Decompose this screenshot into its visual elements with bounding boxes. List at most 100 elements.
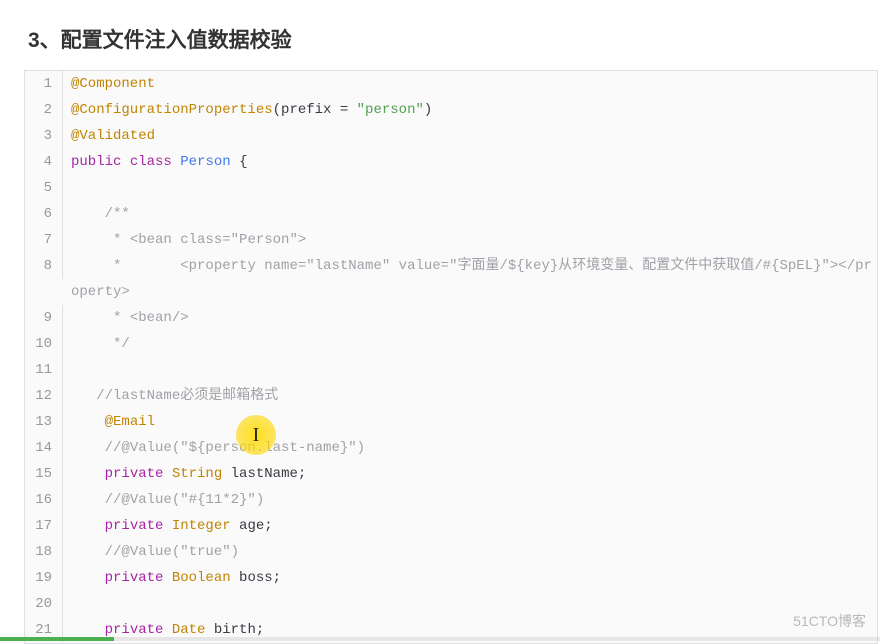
code-token	[71, 440, 105, 456]
code-token: /**	[105, 206, 130, 222]
code-token	[163, 570, 171, 586]
code-token	[71, 570, 105, 586]
code-token	[71, 466, 105, 482]
code-token: //@Value("${person.last-name}")	[105, 440, 365, 456]
code-token	[222, 466, 230, 482]
code-content: * <bean/>	[63, 305, 877, 331]
code-line: 17 private Integer age;	[25, 513, 877, 539]
watermark-text: 51CTO博客	[793, 611, 866, 631]
code-line: 3@Validated	[25, 123, 877, 149]
code-line: 18 //@Value("true")	[25, 539, 877, 565]
code-token	[231, 154, 239, 170]
code-token: String	[172, 466, 222, 482]
line-number: 3	[25, 123, 63, 149]
code-content: private Integer age;	[63, 513, 877, 539]
code-token: @Email	[105, 414, 155, 430]
code-token	[163, 622, 171, 638]
code-line: 12 //lastName必须是邮箱格式	[25, 383, 877, 409]
code-token	[163, 466, 171, 482]
code-line: 16 //@Value("#{11*2}")	[25, 487, 877, 513]
code-line: 2@ConfigurationProperties(prefix = "pers…	[25, 97, 877, 123]
line-number: 18	[25, 539, 63, 565]
code-token: )	[424, 102, 432, 118]
code-token: ;	[264, 518, 272, 534]
line-number: 17	[25, 513, 63, 539]
line-number: 19	[25, 565, 63, 591]
line-number: 20	[25, 591, 63, 617]
code-content: //@Value("${person.last-name}")	[63, 435, 877, 461]
line-number: 13	[25, 409, 63, 435]
code-content: public class Person {	[63, 149, 877, 175]
code-token: birth	[214, 622, 256, 638]
code-content: */	[63, 331, 877, 357]
code-token: ;	[256, 622, 264, 638]
code-token: age	[239, 518, 264, 534]
code-token	[121, 154, 129, 170]
line-number: 9	[25, 305, 63, 331]
code-token	[71, 388, 96, 404]
code-token: boss	[239, 570, 273, 586]
line-number: 14	[25, 435, 63, 461]
code-token: Integer	[172, 518, 231, 534]
code-block: 1 @Component 2@ConfigurationProperties(pre…	[24, 70, 878, 644]
code-token	[71, 232, 113, 248]
code-token: @ConfigurationProperties	[71, 102, 273, 118]
progress-track[interactable]	[0, 637, 880, 641]
code-content: * <bean class="Person">	[63, 227, 877, 253]
code-content: private Boolean boss;	[63, 565, 877, 591]
code-line: 19 private Boolean boss;	[25, 565, 877, 591]
code-token: * <property name="lastName" value="字面量/$…	[71, 258, 872, 300]
code-content: //lastName必须是邮箱格式	[63, 383, 877, 409]
code-line: 8 * <property name="lastName" value="字面量…	[25, 253, 877, 305]
line-number: 16	[25, 487, 63, 513]
code-token: //@Value("#{11*2}")	[105, 492, 265, 508]
line-number: 15	[25, 461, 63, 487]
line-number: 8	[25, 253, 63, 279]
code-token	[172, 154, 180, 170]
code-token: //@Value("true")	[105, 544, 239, 560]
code-content: //@Value("#{11*2}")	[63, 487, 877, 513]
code-token: * <bean class="Person">	[113, 232, 306, 248]
code-token	[71, 336, 113, 352]
code-line: 15 private String lastName;	[25, 461, 877, 487]
code-token	[71, 310, 113, 326]
code-line: 4public class Person {	[25, 149, 877, 175]
code-content: private String lastName;	[63, 461, 877, 487]
code-token: * <bean/>	[113, 310, 189, 326]
code-content: * <property name="lastName" value="字面量/$…	[63, 253, 877, 305]
code-content: @Component	[63, 71, 877, 97]
code-line: 10 */	[25, 331, 877, 357]
line-number: 5	[25, 175, 63, 201]
code-token: ;	[298, 466, 306, 482]
code-token: lastName	[231, 466, 298, 482]
line-number: 4	[25, 149, 63, 175]
code-token: private	[105, 622, 164, 638]
code-line: 5	[25, 175, 877, 201]
code-token	[71, 518, 105, 534]
code-line: 14 //@Value("${person.last-name}")	[25, 435, 877, 461]
code-token: public	[71, 154, 121, 170]
code-token: @Component	[71, 76, 155, 92]
code-line: 9 * <bean/>	[25, 305, 877, 331]
line-number: 11	[25, 357, 63, 383]
progress-bar[interactable]	[0, 637, 114, 641]
section-heading: 3、配置文件注入值数据校验	[0, 0, 880, 70]
code-token: Person	[180, 154, 230, 170]
code-token: ;	[273, 570, 281, 586]
code-token	[231, 518, 239, 534]
code-token: "person"	[357, 102, 424, 118]
code-token: private	[105, 570, 164, 586]
code-token	[231, 570, 239, 586]
code-content: //@Value("true")	[63, 539, 877, 565]
line-number: 1	[25, 71, 63, 97]
line-number: 10	[25, 331, 63, 357]
code-token: private	[105, 518, 164, 534]
code-line: 11	[25, 357, 877, 383]
code-token	[71, 622, 105, 638]
code-token: private	[105, 466, 164, 482]
code-line: 20	[25, 591, 877, 617]
line-number: 6	[25, 201, 63, 227]
code-token: class	[130, 154, 172, 170]
code-line: 1 @Component	[25, 71, 877, 97]
code-token: //lastName必须是邮箱格式	[96, 388, 278, 404]
